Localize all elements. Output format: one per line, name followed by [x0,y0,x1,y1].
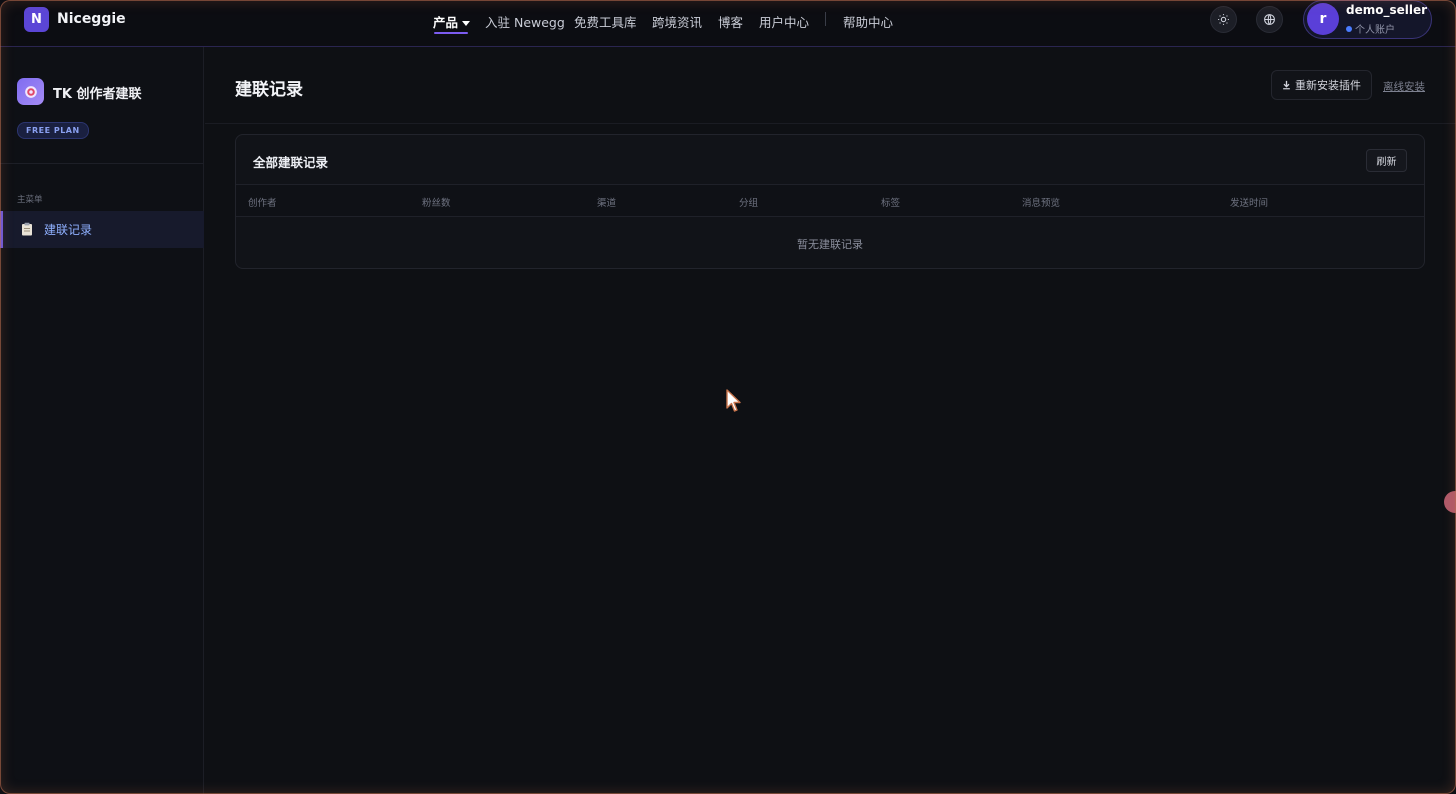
brand-name[interactable]: Niceggie [57,11,126,27]
column-header-creator[interactable]: 创作者 [248,195,277,209]
sidebar-divider [0,163,204,164]
app-icon [17,78,44,105]
records-card: 全部建联记录 刷新 创作者 粉丝数 渠道 分组 标签 消息预览 发送时间 暂无建… [235,134,1425,269]
nav-products-label: 产品 [433,15,459,30]
app-title: TK 创作者建联 [53,87,142,102]
user-name: demo_seller [1346,3,1428,17]
nav-blog[interactable]: 博客 [718,12,743,31]
account-type-label: 个人账户 [1355,25,1395,36]
reinstall-plugin-label: 重新安装插件 [1295,79,1361,92]
reinstall-plugin-button[interactable]: 重新安装插件 [1271,70,1372,100]
brand-logo[interactable]: N [24,7,49,32]
refresh-button[interactable]: 刷新 [1366,149,1407,172]
nav-news[interactable]: 跨境资讯 [652,12,702,31]
nav-active-indicator [434,32,468,34]
sidebar-item-contact-records[interactable]: 建联记录 [0,211,204,248]
column-header-followers[interactable]: 粉丝数 [422,195,451,209]
sidebar-item-label: 建联记录 [44,223,93,237]
nav-divider [825,12,826,26]
theme-toggle-button[interactable] [1210,6,1237,33]
nav-join-newegg[interactable]: 入驻 Newegg [485,12,565,31]
column-header-message-preview[interactable]: 消息预览 [1022,195,1060,209]
nav-products[interactable]: 产品 [433,12,471,31]
target-icon [24,85,37,98]
column-header-sent-time[interactable]: 发送时间 [1230,195,1268,209]
floating-helper-button[interactable] [1444,491,1456,513]
top-navbar: N Niceggie 产品 入驻 Newegg 免费工具库 跨境资讯 博客 用户… [0,0,1456,47]
nav-help-center[interactable]: 帮助中心 [843,12,893,31]
plan-badge: FREE PLAN [17,122,89,139]
card-title: 全部建联记录 [253,155,329,170]
nav-free-tools[interactable]: 免费工具库 [574,12,637,31]
sun-icon [1218,14,1229,25]
clipboard-icon [22,222,32,236]
menu-heading: 主菜单 [17,195,43,205]
column-header-channel[interactable]: 渠道 [597,195,616,209]
language-button[interactable] [1256,6,1283,33]
empty-state-text: 暂无建联记录 [797,238,863,251]
page-title: 建联记录 [235,80,303,100]
column-header-tags[interactable]: 标签 [881,195,900,209]
column-header-group[interactable]: 分组 [739,195,758,209]
table-header: 创作者 粉丝数 渠道 分组 标签 消息预览 发送时间 [236,184,1424,217]
offline-install-link[interactable]: 离线安装 [1383,79,1425,94]
account-type: 个人账户 [1346,21,1395,36]
header-divider [205,123,1456,124]
download-icon [1283,80,1290,90]
nav-user-center[interactable]: 用户中心 [759,12,809,31]
chevron-down-icon [462,21,471,26]
status-dot-icon [1346,25,1352,32]
sidebar [0,47,204,794]
mouse-cursor-icon [726,389,741,412]
avatar[interactable]: r [1307,3,1339,35]
globe-icon [1264,14,1275,25]
